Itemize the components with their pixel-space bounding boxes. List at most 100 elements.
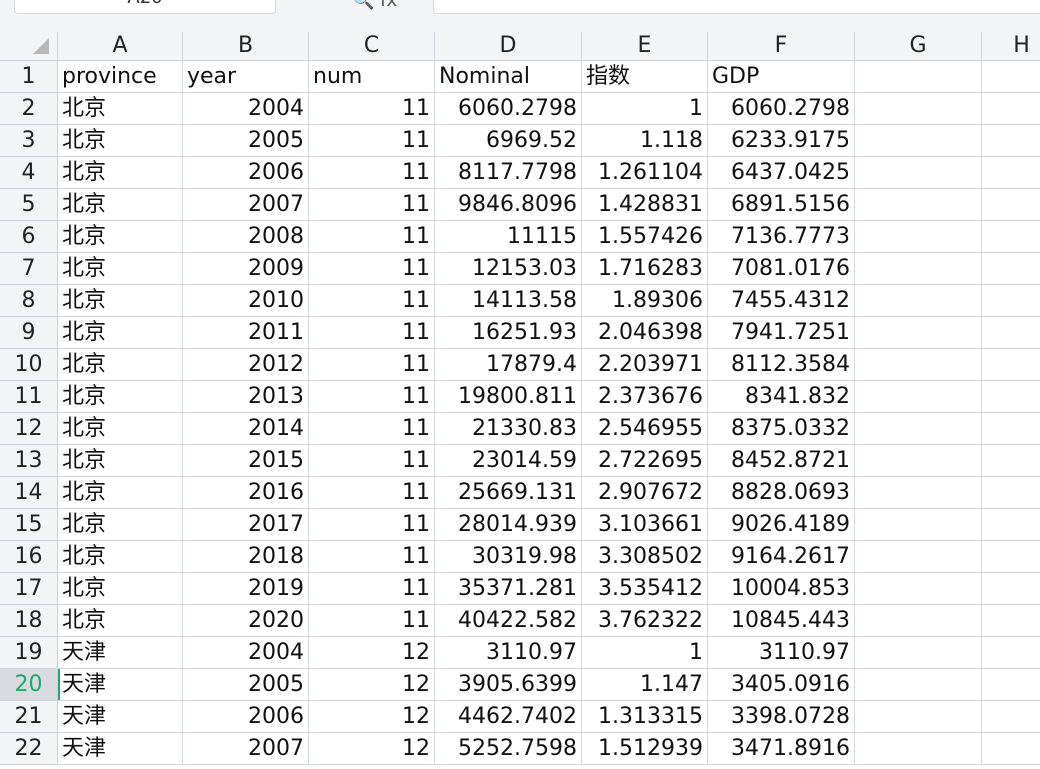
- cell-d12[interactable]: 21330.83: [435, 413, 582, 445]
- cell-b15[interactable]: 2017: [183, 509, 309, 541]
- row-header[interactable]: 7: [0, 253, 58, 285]
- cell-f20[interactable]: 3405.0916: [708, 669, 855, 701]
- cell-e14[interactable]: 2.907672: [582, 477, 708, 509]
- row-header[interactable]: 12: [0, 413, 58, 445]
- cell-f15[interactable]: 9026.4189: [708, 509, 855, 541]
- cell-e9[interactable]: 2.046398: [582, 317, 708, 349]
- cell-f10[interactable]: 8112.3584: [708, 349, 855, 381]
- cell-d4[interactable]: 8117.7798: [435, 157, 582, 189]
- cell-f22[interactable]: 3471.8916: [708, 733, 855, 765]
- row-header[interactable]: 18: [0, 605, 58, 637]
- cell-f17[interactable]: 10004.853: [708, 573, 855, 605]
- cell-d2[interactable]: 6060.2798: [435, 93, 582, 125]
- cell-d21[interactable]: 4462.7402: [435, 701, 582, 733]
- cell-c3[interactable]: 11: [309, 125, 435, 157]
- cell-b19[interactable]: 2004: [183, 637, 309, 669]
- cell-g2[interactable]: [855, 93, 982, 125]
- cell-a20[interactable]: 天津: [58, 669, 183, 701]
- cell-h4[interactable]: [982, 157, 1040, 189]
- cell-a2[interactable]: 北京: [58, 93, 183, 125]
- cell-e18[interactable]: 3.762322: [582, 605, 708, 637]
- cell-b21[interactable]: 2006: [183, 701, 309, 733]
- cell-c8[interactable]: 11: [309, 285, 435, 317]
- cell-f18[interactable]: 10845.443: [708, 605, 855, 637]
- cell-d10[interactable]: 17879.4: [435, 349, 582, 381]
- cell-f21[interactable]: 3398.0728: [708, 701, 855, 733]
- row-header[interactable]: 3: [0, 125, 58, 157]
- cell-a7[interactable]: 北京: [58, 253, 183, 285]
- cell-c6[interactable]: 11: [309, 221, 435, 253]
- cell-e3[interactable]: 1.118: [582, 125, 708, 157]
- cell-b8[interactable]: 2010: [183, 285, 309, 317]
- cell-g21[interactable]: [855, 701, 982, 733]
- cell-h8[interactable]: [982, 285, 1040, 317]
- cell-f8[interactable]: 7455.4312: [708, 285, 855, 317]
- cell-h16[interactable]: [982, 541, 1040, 573]
- cell-g8[interactable]: [855, 285, 982, 317]
- cell-b10[interactable]: 2012: [183, 349, 309, 381]
- cell-c14[interactable]: 11: [309, 477, 435, 509]
- cell-b7[interactable]: 2009: [183, 253, 309, 285]
- cell-h2[interactable]: [982, 93, 1040, 125]
- select-all-corner[interactable]: [0, 32, 58, 61]
- cell-e15[interactable]: 3.103661: [582, 509, 708, 541]
- cell-g12[interactable]: [855, 413, 982, 445]
- cell-b6[interactable]: 2008: [183, 221, 309, 253]
- cell-g1[interactable]: [855, 61, 982, 93]
- cell-g3[interactable]: [855, 125, 982, 157]
- column-header-b[interactable]: B: [183, 32, 309, 61]
- cell-f5[interactable]: 6891.5156: [708, 189, 855, 221]
- cell-h20[interactable]: [982, 669, 1040, 701]
- formula-input[interactable]: [433, 0, 1040, 14]
- row-header[interactable]: 6: [0, 221, 58, 253]
- cell-b14[interactable]: 2016: [183, 477, 309, 509]
- cell-d5[interactable]: 9846.8096: [435, 189, 582, 221]
- cell-b22[interactable]: 2007: [183, 733, 309, 765]
- cell-c13[interactable]: 11: [309, 445, 435, 477]
- cell-e6[interactable]: 1.557426: [582, 221, 708, 253]
- cell-g15[interactable]: [855, 509, 982, 541]
- cell-g13[interactable]: [855, 445, 982, 477]
- cell-f2[interactable]: 6060.2798: [708, 93, 855, 125]
- cell-g18[interactable]: [855, 605, 982, 637]
- cell-e20[interactable]: 1.147: [582, 669, 708, 701]
- cell-g9[interactable]: [855, 317, 982, 349]
- cell-d7[interactable]: 12153.03: [435, 253, 582, 285]
- cell-d1[interactable]: Nominal: [435, 61, 582, 93]
- cell-h1[interactable]: [982, 61, 1040, 93]
- row-header[interactable]: 22: [0, 733, 58, 765]
- row-header[interactable]: 9: [0, 317, 58, 349]
- cell-e10[interactable]: 2.203971: [582, 349, 708, 381]
- row-header[interactable]: 8: [0, 285, 58, 317]
- row-header[interactable]: 16: [0, 541, 58, 573]
- cell-a8[interactable]: 北京: [58, 285, 183, 317]
- cell-c11[interactable]: 11: [309, 381, 435, 413]
- cell-c5[interactable]: 11: [309, 189, 435, 221]
- cell-d15[interactable]: 28014.939: [435, 509, 582, 541]
- cell-a15[interactable]: 北京: [58, 509, 183, 541]
- column-header-h[interactable]: H: [982, 32, 1040, 61]
- cell-d19[interactable]: 3110.97: [435, 637, 582, 669]
- cell-d8[interactable]: 14113.58: [435, 285, 582, 317]
- cell-h3[interactable]: [982, 125, 1040, 157]
- cell-b18[interactable]: 2020: [183, 605, 309, 637]
- fx-icon[interactable]: 🔍 fx: [352, 0, 397, 10]
- cell-a14[interactable]: 北京: [58, 477, 183, 509]
- cell-e12[interactable]: 2.546955: [582, 413, 708, 445]
- cell-c21[interactable]: 12: [309, 701, 435, 733]
- cell-h19[interactable]: [982, 637, 1040, 669]
- row-header[interactable]: 11: [0, 381, 58, 413]
- column-header-f[interactable]: F: [708, 32, 855, 61]
- cell-b17[interactable]: 2019: [183, 573, 309, 605]
- cell-d3[interactable]: 6969.52: [435, 125, 582, 157]
- cell-h9[interactable]: [982, 317, 1040, 349]
- cell-d20[interactable]: 3905.6399: [435, 669, 582, 701]
- cell-g17[interactable]: [855, 573, 982, 605]
- cell-b16[interactable]: 2018: [183, 541, 309, 573]
- cell-e22[interactable]: 1.512939: [582, 733, 708, 765]
- cell-g20[interactable]: [855, 669, 982, 701]
- cell-c7[interactable]: 11: [309, 253, 435, 285]
- cell-e8[interactable]: 1.89306: [582, 285, 708, 317]
- cell-d22[interactable]: 5252.7598: [435, 733, 582, 765]
- cell-a12[interactable]: 北京: [58, 413, 183, 445]
